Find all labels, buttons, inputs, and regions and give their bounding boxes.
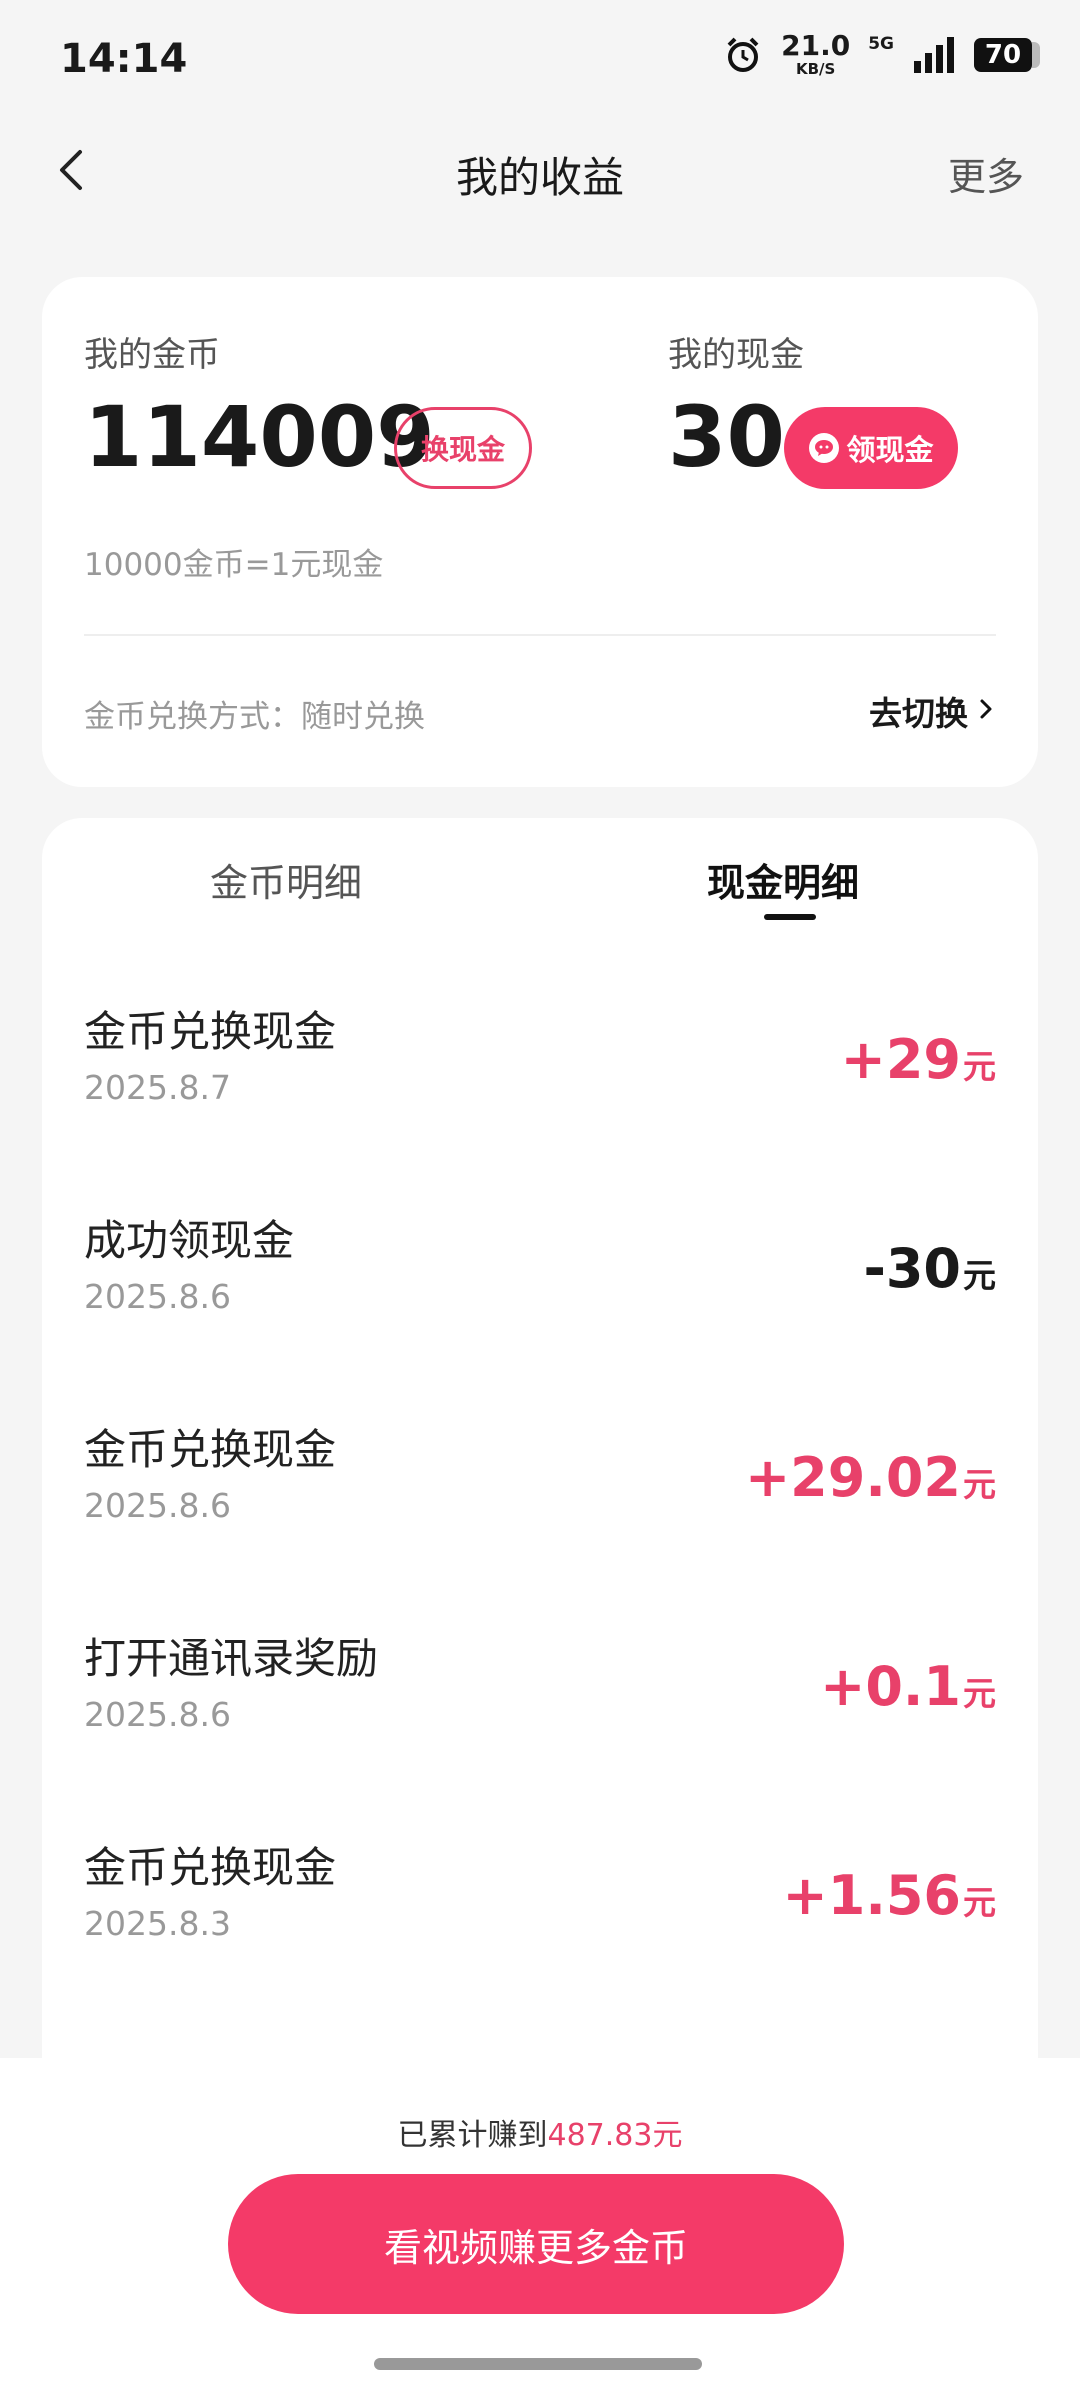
battery-icon: 70 <box>974 37 1040 72</box>
transaction-amount: +1.56 元 <box>783 1864 996 1927</box>
amount-unit: 元 <box>963 1883 996 1922</box>
transaction-list: 金币兑换现金 2025.8.7 +29 元 成功领现金 2025.8.6 -30… <box>42 998 1038 2043</box>
status-icons: 21.0 KB/S 5G 70 <box>723 32 1040 77</box>
transaction-date: 2025.8.6 <box>84 1486 231 1525</box>
transaction-amount: +29 元 <box>841 1028 996 1091</box>
balance-card: 我的金币 114009 换现金 我的现金 30 领现金 10000金币=1元现金… <box>42 277 1038 787</box>
amount-unit: 元 <box>963 1047 996 1086</box>
exchange-mode: 金币兑换方式：随时兑换 <box>84 699 425 735</box>
transaction-amount: +29.02 元 <box>745 1446 996 1509</box>
list-item[interactable]: 成功领现金 2025.8.6 -30 元 <box>42 1207 1038 1416</box>
bottom-bar: 已累计赚到487.83元 看视频赚更多金币 <box>0 2058 1080 2400</box>
withdraw-cash-button[interactable]: 领现金 <box>784 407 958 489</box>
transaction-amount: +0.1 元 <box>820 1655 996 1718</box>
switch-mode-link[interactable]: 去切换 <box>869 687 998 735</box>
rate-note: 10000金币=1元现金 <box>84 547 384 583</box>
transaction-title: 打开通讯录奖励 <box>84 1634 379 1683</box>
tab-indicator <box>764 914 816 920</box>
total-earned-prefix: 已累计赚到 <box>397 2118 548 2153</box>
signal-icon <box>912 35 956 75</box>
net-speed-unit: KB/S <box>795 60 836 78</box>
transaction-amount: -30 元 <box>863 1237 996 1300</box>
transaction-date: 2025.8.6 <box>84 1695 231 1734</box>
list-item[interactable]: 金币兑换现金 2025.8.6 +29.02 元 <box>42 1416 1038 1625</box>
amount-unit: 元 <box>963 1674 996 1713</box>
coin-label: 我的金币 <box>84 335 220 375</box>
cash-label: 我的现金 <box>668 335 804 375</box>
net-speed-value: 21.0 <box>781 29 851 62</box>
divider <box>84 634 996 636</box>
wechat-icon <box>808 432 840 464</box>
amount-value: +0.1 <box>820 1655 961 1718</box>
amount-unit: 元 <box>963 1256 996 1295</box>
switch-mode-label: 去切换 <box>869 694 968 733</box>
transaction-date: 2025.8.7 <box>84 1068 231 1107</box>
list-item[interactable]: 金币兑换现金 2025.8.7 +29 元 <box>42 998 1038 1207</box>
amount-value: +29 <box>840 1028 961 1091</box>
withdraw-cash-label: 领现金 <box>846 433 934 467</box>
tab-coin-details[interactable]: 金币明细 <box>210 852 362 907</box>
total-earned: 已累计赚到487.83元 <box>0 2110 1080 2154</box>
amount-unit: 元 <box>963 1465 996 1504</box>
status-time: 14:14 <box>60 36 188 82</box>
battery-tip <box>1032 41 1040 68</box>
transaction-date: 2025.8.3 <box>84 1904 231 1943</box>
transaction-title: 金币兑换现金 <box>84 1007 337 1056</box>
total-earned-amount: 487.83元 <box>547 2118 683 2153</box>
coin-value: 114009 <box>84 388 435 486</box>
details-panel: 金币明细 现金明细 金币兑换现金 2025.8.7 +29 元 成功领现金 20… <box>42 818 1038 2058</box>
status-bar: 14:14 21.0 KB/S 5G 70 <box>0 0 1080 120</box>
list-item[interactable]: 金币兑换现金 2025.8.3 +1.56 元 <box>42 1834 1038 2043</box>
exchange-cash-button[interactable]: 换现金 <box>394 407 532 489</box>
chevron-right-icon <box>976 692 998 731</box>
page-title: 我的收益 <box>455 153 624 202</box>
watch-video-button[interactable]: 看视频赚更多金币 <box>228 2174 844 2314</box>
amount-value: +1.56 <box>782 1864 961 1927</box>
more-link[interactable]: 更多 <box>948 146 1024 201</box>
list-item[interactable]: 打开通讯录奖励 2025.8.6 +0.1 元 <box>42 1625 1038 1834</box>
amount-value: +29.02 <box>744 1446 961 1509</box>
network-type: 5G <box>868 34 894 54</box>
transaction-title: 金币兑换现金 <box>84 1425 337 1474</box>
tab-cash-details[interactable]: 现金明细 <box>707 852 859 907</box>
header: 我的收益 更多 <box>0 120 1080 220</box>
net-speed: 21.0 KB/S <box>781 32 850 77</box>
home-indicator[interactable] <box>374 2358 702 2370</box>
alarm-icon <box>723 35 763 75</box>
amount-value: -30 <box>863 1237 961 1300</box>
transaction-date: 2025.8.6 <box>84 1277 231 1316</box>
transaction-title: 成功领现金 <box>84 1216 295 1265</box>
cash-value: 30 <box>668 388 785 486</box>
battery-level: 70 <box>974 37 1032 72</box>
transaction-title: 金币兑换现金 <box>84 1843 337 1892</box>
